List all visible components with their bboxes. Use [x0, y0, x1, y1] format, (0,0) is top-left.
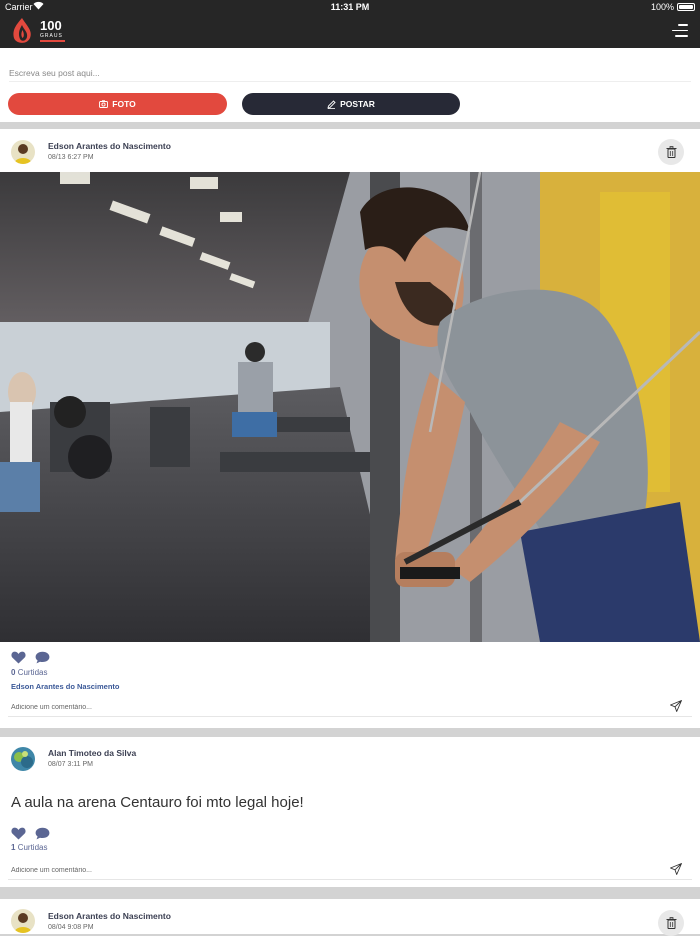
post-actions — [11, 651, 50, 669]
post-card: Edson Arantes do Nascimento 08/04 9:08 P… — [0, 899, 700, 936]
comment-input[interactable] — [11, 864, 651, 876]
post-input[interactable] — [9, 64, 691, 82]
post-author[interactable]: Alan Timoteo da Silva — [48, 748, 136, 758]
avatar[interactable] — [11, 140, 35, 164]
hamburger-menu-icon[interactable] — [672, 24, 688, 38]
camera-icon — [99, 100, 109, 108]
post-button[interactable]: POSTAR — [242, 93, 460, 115]
post-author[interactable]: Edson Arantes do Nascimento — [48, 141, 171, 151]
post-card: Alan Timoteo da Silva 08/07 3:11 PM A au… — [0, 737, 700, 887]
post-date: 08/07 3:11 PM — [48, 761, 94, 768]
battery-percent: 100% — [650, 2, 674, 12]
send-icon[interactable] — [670, 863, 682, 875]
post-date: 08/04 9:08 PM — [48, 924, 94, 931]
photo-button[interactable]: FOTO — [8, 93, 227, 115]
post-text: A aula na arena Centauro foi mto legal h… — [11, 794, 304, 811]
liker-name[interactable]: Edson Arantes do Nascimento — [11, 682, 120, 691]
divider — [8, 716, 692, 717]
post-button-label: POSTAR — [340, 99, 375, 109]
avatar[interactable] — [11, 909, 35, 933]
photo-button-label: FOTO — [112, 99, 136, 109]
trash-icon — [666, 146, 676, 158]
post-card: Edson Arantes do Nascimento 08/13 6:27 P… — [0, 129, 700, 728]
battery-icon — [677, 3, 695, 11]
divider — [8, 879, 692, 880]
post-date: 08/13 6:27 PM — [48, 154, 94, 161]
svg-text:GRAUS: GRAUS — [40, 33, 63, 39]
comment-input[interactable] — [11, 701, 651, 713]
post-image[interactable] — [0, 172, 700, 642]
app-logo[interactable]: 100 GRAUS — [10, 16, 68, 46]
heart-icon[interactable] — [11, 651, 26, 669]
avatar[interactable] — [11, 747, 35, 771]
likes-count[interactable]: 0 Curtidas — [11, 668, 47, 677]
post-author[interactable]: Edson Arantes do Nascimento — [48, 911, 171, 921]
likes-count[interactable]: 1 Curtidas — [11, 843, 47, 852]
status-bar: Carrier 11:31 PM 100% — [0, 0, 700, 14]
app-header: 100 GRAUS — [0, 14, 700, 48]
clock: 11:31 PM — [330, 2, 370, 12]
post-composer: FOTO POSTAR — [0, 48, 700, 122]
trash-icon — [666, 917, 676, 929]
delete-post-button[interactable] — [658, 139, 684, 165]
logo-number: 100 — [40, 18, 62, 33]
send-icon[interactable] — [670, 700, 682, 712]
comment-icon[interactable] — [35, 651, 50, 669]
delete-post-button[interactable] — [658, 910, 684, 936]
pencil-icon — [327, 99, 336, 109]
